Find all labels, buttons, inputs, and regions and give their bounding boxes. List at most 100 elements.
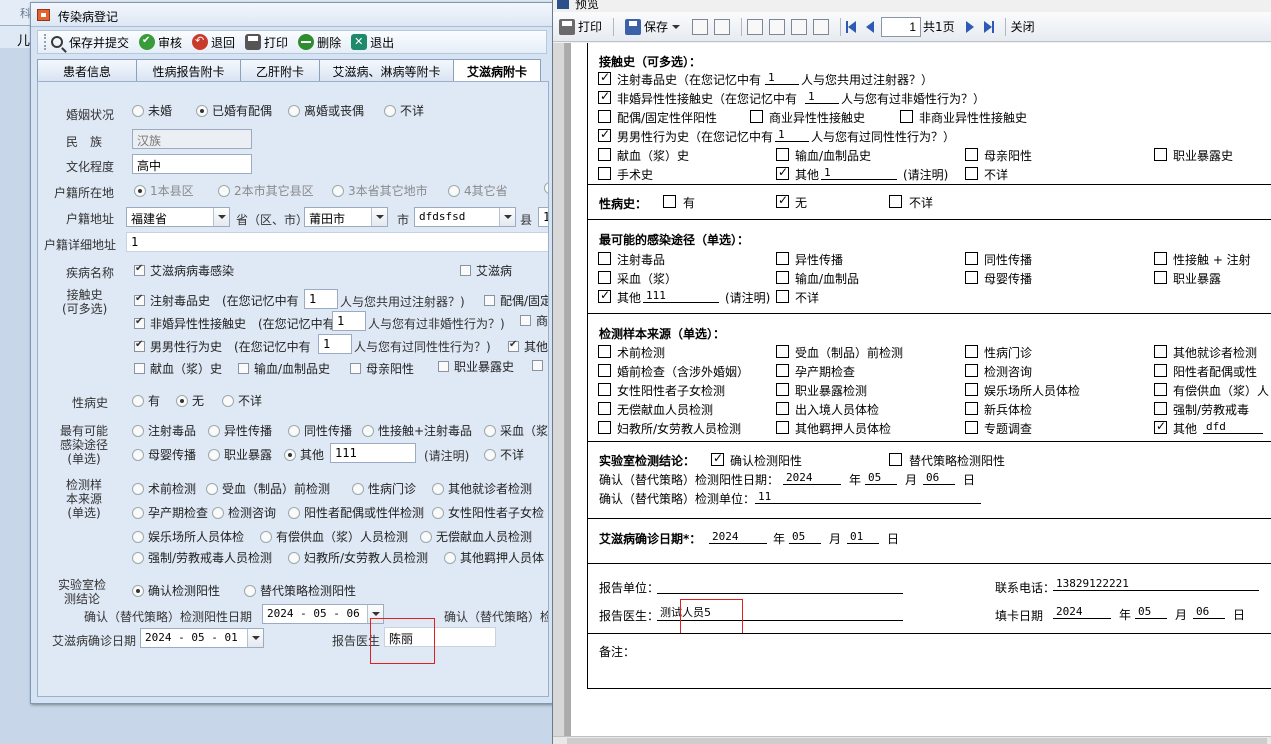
route-unknown-radio[interactable]: 不详 [484,446,524,463]
transfusion-checkbox[interactable]: 输血/血制品史 [238,360,330,377]
scrollbar-thumb[interactable] [567,738,1267,744]
prev-page-icon[interactable] [866,20,875,33]
route-homo-radio[interactable]: 同性传播 [288,422,352,439]
confirm-date-picker[interactable]: 2024 - 05 - 06 [262,604,384,624]
page-setup-icon[interactable] [813,18,830,35]
sample-preop-radio[interactable]: 术前检测 [132,480,196,497]
preview-close-button[interactable]: 关闭 [1011,18,1035,35]
exit-button[interactable]: 退出 [351,34,394,51]
std-yes-radio[interactable]: 有 [132,392,160,409]
sample-child-radio[interactable]: 女性阳性者子女检 [432,504,544,521]
tab-std-card[interactable]: 性病报告附卡 [136,59,241,81]
diagnosis-date-picker[interactable]: 2024 - 05 - 01 [140,628,264,648]
route-mtct-radio[interactable]: 母婴传播 [132,446,196,463]
mother-positive-checkbox[interactable]: 母亲阳性 [350,360,414,377]
sample-rehab-radio[interactable]: 强制/劳教戒毒人员检测 [132,549,272,566]
spouse-positive-checkbox[interactable]: 配偶/固定 [484,292,548,309]
preview-print-button[interactable]: 打印 [559,18,602,35]
occupational-exposure-checkbox[interactable]: 职业暴露史 [438,358,514,375]
horizontal-scrollbar[interactable] [553,736,1271,744]
last-page-icon[interactable] [991,20,994,33]
hetero-contact-checkbox[interactable]: 非婚异性性接触史 (在您记忆中有 [134,315,335,332]
lab-alternative-radio[interactable]: 替代策略检测阳性 [244,582,356,599]
extra-contact-checkbox[interactable] [532,360,548,371]
sample-pretransfusion-radio[interactable]: 受血（制品）前检测 [206,480,330,497]
hukou-county-radio[interactable]: 1本县区 [134,182,194,199]
lab-confirm-radio[interactable]: 确认检测阳性 [132,582,220,599]
sample-std-clinic-radio[interactable]: 性病门诊 [352,480,416,497]
window-titlebar[interactable]: 传染病登记 [31,3,553,27]
next-page-icon[interactable] [965,20,974,33]
hukou-city-radio[interactable]: 2本市其它县区 [218,182,314,199]
hukou-province-radio[interactable]: 3本省其它地市 [332,182,428,199]
first-page-arrow-icon[interactable] [848,20,857,33]
education-field[interactable]: 高中 [132,154,252,174]
toolbar-grip[interactable] [44,34,47,50]
return-button[interactable]: 退回 [192,34,235,51]
drug-injection-checkbox[interactable]: 注射毒品史 (在您记忆中有 [134,292,299,309]
chevron-down-icon[interactable] [371,208,387,226]
route-other-radio[interactable]: 其他 [284,446,324,463]
sample-entertainment-radio[interactable]: 娱乐场所人员体检 [132,528,244,545]
msm-checkbox[interactable]: 男男性行为史 (在您记忆中有 [134,338,311,355]
route-drug-radio[interactable]: 注射毒品 [132,422,196,439]
marital-single-radio[interactable]: 未婚 [132,102,172,119]
tab-aids-gonorrhea-card[interactable]: 艾滋病、淋病等附卡 [319,59,454,81]
commercial-contact-checkbox[interactable]: 商 [520,312,548,329]
hukou-other-province-radio[interactable]: 4其它省 [448,182,508,199]
save-submit-button[interactable]: 保存并提交 [51,34,129,51]
marital-divorced-radio[interactable]: 离婚或丧偶 [288,102,364,119]
review-button[interactable]: 审核 [139,34,182,51]
drug-injection-count[interactable]: 1 [304,289,338,309]
sample-women-labor-radio[interactable]: 妇教所/女劳教人员检测 [288,549,428,566]
chevron-down-icon[interactable] [499,208,515,226]
sample-detainee-radio[interactable]: 其他羁押人员体 [444,549,544,566]
msm-count[interactable]: 1 [318,334,352,354]
chevron-down-icon[interactable] [213,208,229,226]
hetero-contact-count[interactable]: 1 [332,311,366,331]
city-select[interactable]: 莆田市 [304,207,388,227]
sample-prenatal-radio[interactable]: 孕产期检查 [132,504,208,521]
tab-patient-info[interactable]: 患者信息 [37,59,137,81]
page-layout-icon[interactable] [747,18,764,35]
binoculars-icon[interactable] [714,18,731,35]
sample-spouse-radio[interactable]: 阳性者配偶或性伴检测 [288,504,424,521]
print-button[interactable]: 打印 [245,34,288,51]
email-icon[interactable] [692,18,709,35]
town-field[interactable]: 1 [538,207,548,227]
preview-save-button[interactable]: 保存 [625,18,686,35]
sample-other-patient-radio[interactable]: 其他就诊者检测 [432,480,532,497]
hukou-extra-radio[interactable] [544,182,548,194]
province-select[interactable]: 福建省 [126,207,230,227]
hiv-infection-checkbox[interactable]: 艾滋病病毒感染 [134,262,234,279]
route-sex-drug-radio[interactable]: 性接触+注射毒品 [362,422,472,439]
sample-paid-donor-radio[interactable]: 有偿供血（浆）人员检测 [260,528,408,545]
marital-married-radio[interactable]: 已婚有配偶 [196,102,272,119]
tab-aids-card[interactable]: 艾滋病附卡 [453,59,541,82]
std-unknown-radio[interactable]: 不详 [222,392,262,409]
route-plasma-radio[interactable]: 采血（浆 [484,422,548,439]
other-contact-checkbox[interactable]: 其他 [508,338,548,355]
tab-hepb-card[interactable]: 乙肝附卡 [240,59,320,81]
county-select[interactable]: dfdsfsd [414,207,516,227]
sample-vct-radio[interactable]: 检测咨询 [212,504,276,521]
page-number-input[interactable] [881,16,922,37]
last-page-arrow-icon[interactable] [983,20,992,33]
std-no-radio[interactable]: 无 [176,392,204,409]
edit-icon[interactable] [791,18,808,35]
ethnic-field[interactable]: 汉族 [132,129,252,149]
sample-free-donor-radio[interactable]: 无偿献血人员检测 [420,528,532,545]
route-other-field[interactable]: 111 [330,443,416,463]
blood-donation-checkbox[interactable]: 献血（浆）史 [134,360,222,377]
aids-checkbox[interactable]: 艾滋病 [460,262,512,279]
hukou-detail-field[interactable]: 1 [126,232,548,252]
marital-unknown-radio[interactable]: 不详 [384,102,424,119]
route-hetero-radio[interactable]: 异性传播 [208,422,272,439]
chevron-down-icon[interactable] [247,629,263,647]
preview-titlebar[interactable]: 预览 [553,0,1271,10]
delete-button[interactable]: 删除 [298,34,341,51]
zoom-icon[interactable] [769,18,786,35]
chevron-down-icon[interactable] [672,24,681,29]
bg-side-item[interactable]: 儿 [0,26,34,49]
route-occup-radio[interactable]: 职业暴露 [208,446,272,463]
